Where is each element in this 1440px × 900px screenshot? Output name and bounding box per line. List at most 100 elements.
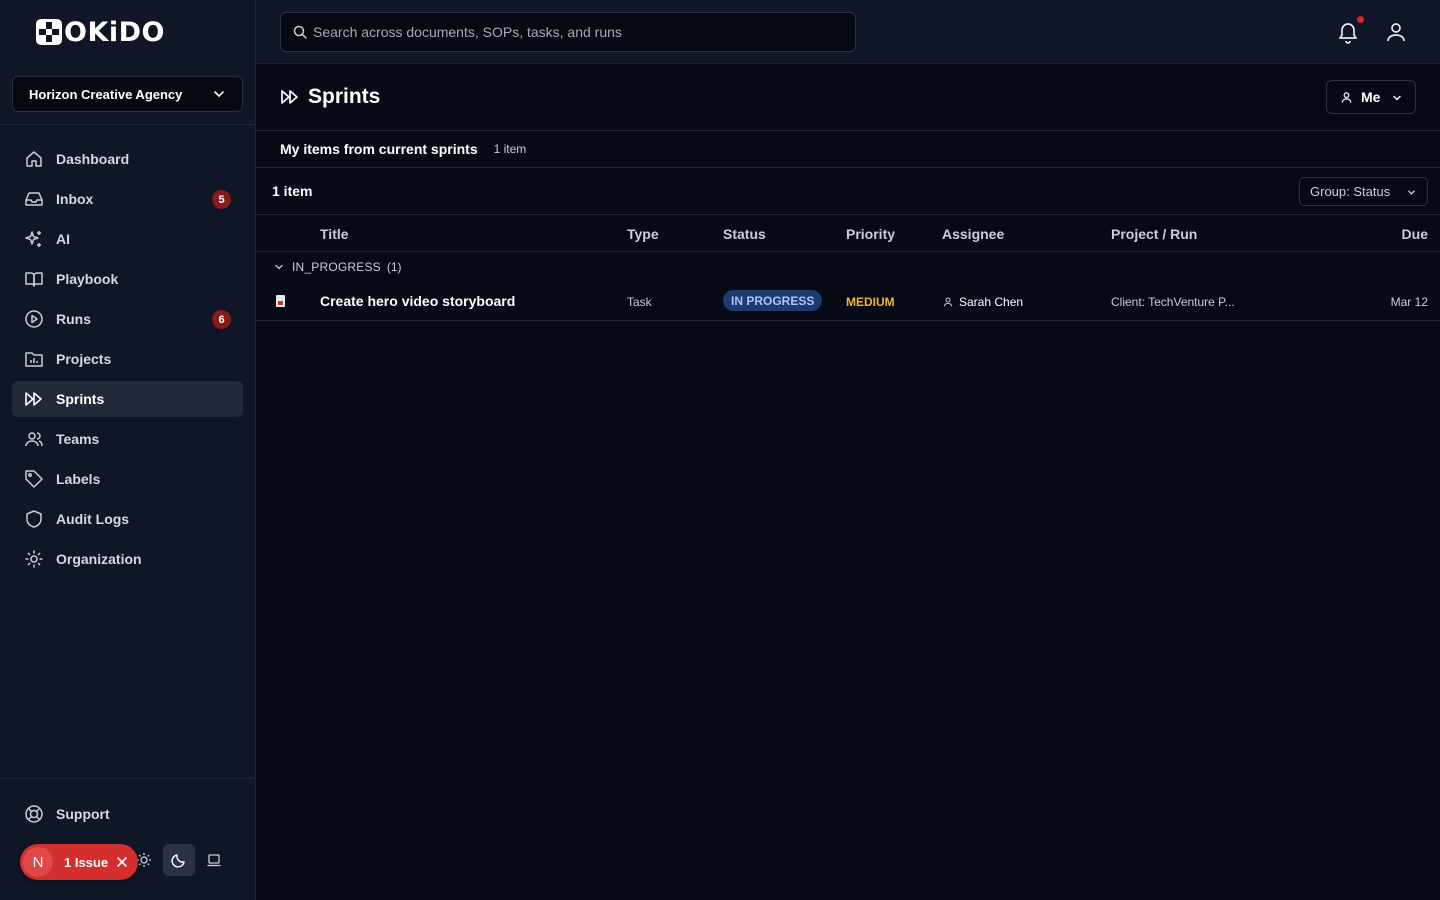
folder-chart-icon	[24, 349, 44, 369]
sidebar-item-label: Playbook	[56, 271, 119, 287]
logo[interactable]: OKiDO	[36, 16, 165, 48]
inbox-count-badge: 5	[212, 190, 231, 209]
sidebar-item-label: Inbox	[56, 191, 94, 207]
sidebar-item-sprints[interactable]: Sprints	[12, 381, 243, 417]
section-header: My items from current sprints 1 item	[256, 131, 1440, 168]
issue-indicator[interactable]: N 1 Issue	[20, 844, 138, 880]
system-theme-button[interactable]	[198, 844, 230, 876]
user-icon	[1341, 91, 1352, 103]
column-header-priority[interactable]: Priority	[846, 226, 895, 242]
table-header: Title Type Status Priority Assignee Proj…	[256, 215, 1440, 252]
org-selector[interactable]: Horizon Creative Agency	[12, 76, 243, 112]
section-count: 1 item	[493, 142, 527, 156]
close-icon[interactable]	[116, 856, 128, 868]
sidebar-item-label: Teams	[56, 431, 100, 447]
sidebar-item-ai[interactable]: AI	[12, 221, 243, 257]
sidebar-item-label: AI	[56, 231, 70, 247]
search-input[interactable]	[313, 24, 833, 40]
users-icon	[24, 429, 44, 449]
sidebar-item-playbook[interactable]: Playbook	[12, 261, 243, 297]
tag-icon	[24, 469, 44, 489]
group-by-label: Group: Status	[1310, 184, 1391, 199]
sidebar-nav: Dashboard Inbox 5 AI Playbook Runs 6 Pro…	[12, 141, 243, 581]
sidebar-item-organization[interactable]: Organization	[12, 541, 243, 577]
sidebar: OKiDO Horizon Creative Agency Dashboard …	[0, 0, 256, 900]
table-row[interactable]: Create hero video storyboard Task IN PRO…	[256, 282, 1440, 321]
sidebar-item-inbox[interactable]: Inbox 5	[12, 181, 243, 217]
play-circle-icon	[24, 309, 44, 329]
group-name: IN_PROGRESS	[292, 260, 381, 274]
sidebar-divider	[0, 778, 255, 779]
user-icon[interactable]	[1384, 20, 1408, 44]
status-group-toggle[interactable]: IN_PROGRESS (1)	[256, 252, 1440, 282]
sidebar-item-runs[interactable]: Runs 6	[12, 301, 243, 337]
column-header-assignee[interactable]: Assignee	[942, 226, 1004, 242]
group-count: (1)	[386, 260, 402, 274]
item-count: 1 item	[272, 183, 313, 199]
sidebar-divider	[0, 124, 255, 125]
org-selector-label: Horizon Creative Agency	[29, 86, 183, 102]
issue-avatar: N	[23, 847, 53, 877]
user-icon	[944, 297, 952, 307]
gear-icon	[24, 549, 44, 569]
sidebar-item-label: Organization	[56, 551, 142, 567]
page-header: Sprints Me	[256, 64, 1440, 131]
row-title[interactable]: Create hero video storyboard	[320, 293, 515, 309]
logo-text: OKiDO	[64, 16, 165, 48]
sidebar-item-label: Runs	[56, 311, 91, 327]
chevron-down-icon	[214, 91, 224, 97]
issue-label: 1 Issue	[64, 854, 109, 870]
fast-forward-icon	[24, 389, 44, 409]
column-header-type[interactable]: Type	[627, 226, 659, 242]
chevron-down-icon	[275, 264, 283, 270]
lifebuoy-icon	[24, 804, 44, 824]
column-header-status[interactable]: Status	[723, 226, 766, 242]
sidebar-item-dashboard[interactable]: Dashboard	[12, 141, 243, 177]
runs-count-badge: 6	[212, 310, 231, 329]
section-title: My items from current sprints	[280, 141, 478, 157]
sidebar-item-label: Sprints	[56, 391, 105, 407]
laptop-icon	[207, 854, 221, 867]
dark-theme-button[interactable]	[163, 844, 195, 876]
bell-icon[interactable]	[1336, 20, 1360, 44]
chevron-down-icon	[1393, 95, 1401, 101]
list-toolbar: 1 item Group: Status	[256, 168, 1440, 215]
sidebar-item-support[interactable]: Support	[12, 796, 243, 832]
task-icon	[276, 295, 285, 307]
status-badge: IN PROGRESS	[723, 290, 823, 311]
sidebar-item-label: Projects	[56, 351, 112, 367]
sidebar-item-label: Audit Logs	[56, 511, 130, 527]
row-due-date: Mar 12	[1390, 295, 1428, 309]
sidebar-item-label: Labels	[56, 471, 101, 487]
search-icon	[293, 25, 307, 39]
shield-icon	[24, 509, 44, 529]
column-header-project[interactable]: Project / Run	[1111, 226, 1197, 242]
assignee-filter-button[interactable]: Me	[1326, 80, 1416, 114]
notification-dot	[1357, 16, 1364, 23]
sidebar-item-label: Support	[56, 806, 110, 822]
row-project[interactable]: Client: TechVenture P...	[1111, 295, 1235, 309]
assignee-name: Sarah Chen	[959, 295, 1024, 309]
chevron-down-icon	[1408, 190, 1415, 195]
sparkles-icon	[24, 229, 44, 249]
priority-label: MEDIUM	[846, 295, 895, 309]
search-box[interactable]	[280, 12, 856, 52]
inbox-icon	[24, 189, 44, 209]
row-assignee: Sarah Chen	[943, 295, 1023, 309]
sidebar-item-label: Dashboard	[56, 151, 130, 167]
main-content: Sprints Me My items from current sprints…	[256, 64, 1440, 900]
group-by-button[interactable]: Group: Status	[1299, 177, 1428, 206]
fast-forward-icon	[281, 90, 298, 104]
column-header-title[interactable]: Title	[320, 226, 349, 242]
column-header-due[interactable]: Due	[1402, 226, 1428, 242]
moon-icon	[171, 854, 185, 868]
sidebar-item-labels[interactable]: Labels	[12, 461, 243, 497]
sidebar-item-audit-logs[interactable]: Audit Logs	[12, 501, 243, 537]
sidebar-item-projects[interactable]: Projects	[12, 341, 243, 377]
page-title-group: Sprints	[280, 85, 380, 109]
top-bar	[256, 0, 1440, 64]
sidebar-item-teams[interactable]: Teams	[12, 421, 243, 457]
assignee-filter-label: Me	[1361, 89, 1381, 105]
sun-icon	[137, 853, 151, 867]
book-icon	[24, 269, 44, 289]
